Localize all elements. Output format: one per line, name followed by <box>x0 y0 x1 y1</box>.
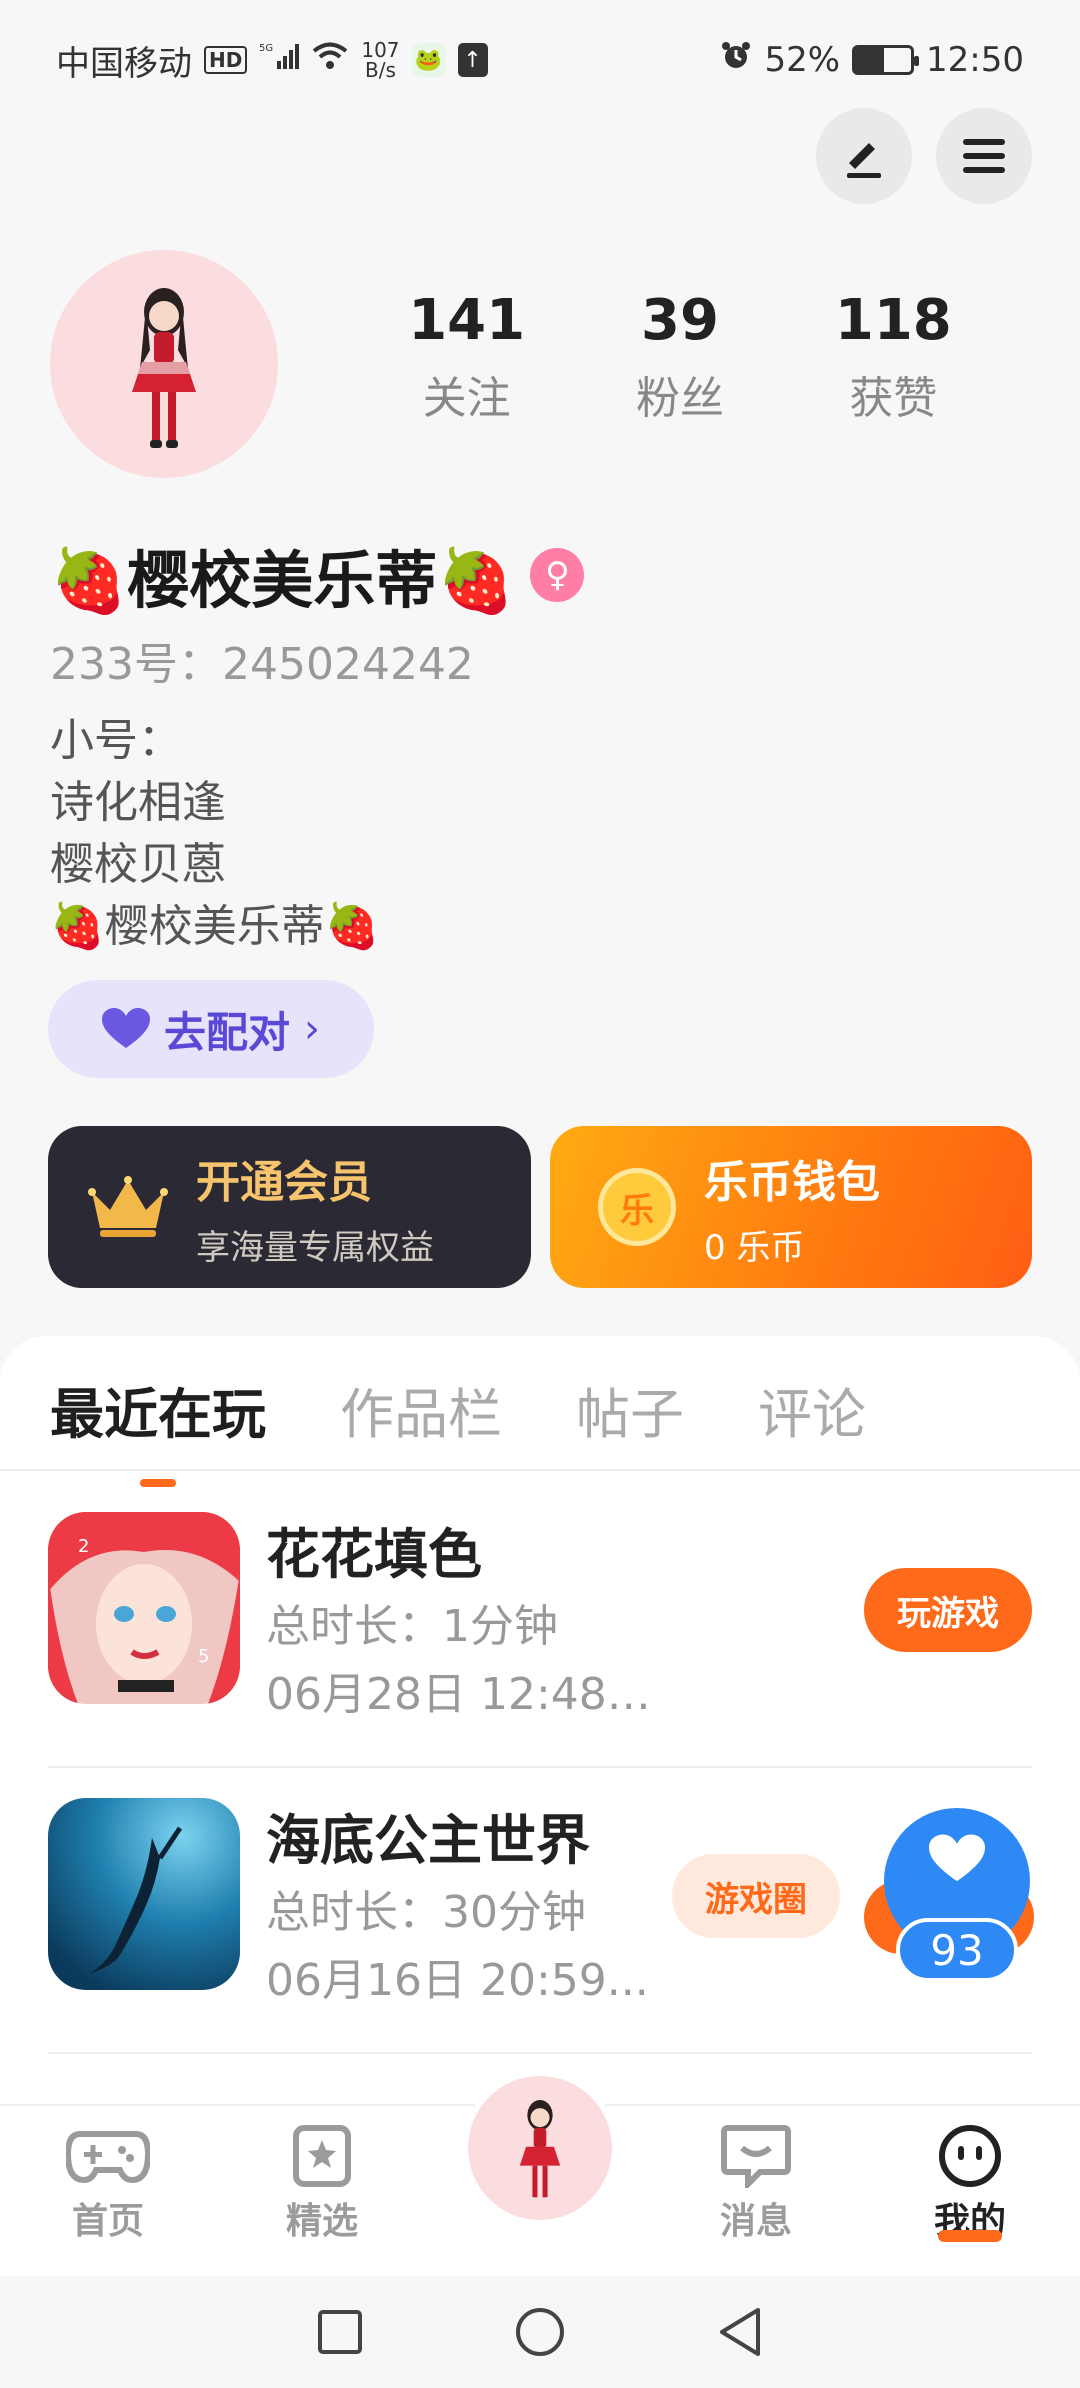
back-triangle-icon[interactable] <box>716 2306 764 2358</box>
match-button-label: 去配对 <box>163 1007 290 1057</box>
home-circle-icon[interactable] <box>514 2306 566 2358</box>
likes-count: 118 <box>834 288 952 353</box>
status-left: 中国移动 HD 5G 107 B/s 🐸 ↑ <box>56 36 488 85</box>
menu-button[interactable] <box>936 108 1032 204</box>
hd-badge: HD <box>204 46 248 74</box>
recent-apps-icon[interactable] <box>316 2308 364 2356</box>
wallet-balance: 0 乐币 <box>704 1227 805 1268</box>
following-count: 141 <box>408 288 526 353</box>
heart-icon <box>929 1834 985 1882</box>
carrier-name: 中国移动 <box>56 43 192 84</box>
like-count: 93 <box>896 1918 1018 1982</box>
tab-label: 最近在玩 <box>50 1383 266 1446</box>
nav-label: 精选 <box>285 2201 358 2242</box>
game-last-played: 06月16日 20:59... <box>266 1955 649 2006</box>
heart-icon <box>101 1008 150 1048</box>
wifi-icon <box>311 40 349 80</box>
female-gender-icon: ♀ <box>530 548 585 602</box>
stat-followers[interactable]: 39 粉丝 <box>590 288 770 426</box>
star-bookmark-icon <box>293 2125 351 2187</box>
game-duration: 总时长：1分钟 <box>266 1601 558 1652</box>
coin-wallet-card[interactable]: 乐 乐币钱包 0 乐币 <box>550 1126 1032 1288</box>
status-bar: 中国移动 HD 5G 107 B/s 🐸 ↑ 52% 12:50 <box>0 0 1080 120</box>
profile-tabs: 最近在玩 作品栏 帖子 评论 <box>50 1370 866 1487</box>
followers-count: 39 <box>641 288 719 353</box>
upload-icon: ↑ <box>457 43 488 77</box>
followers-label: 粉丝 <box>635 373 724 424</box>
game-name: 花花填色 <box>266 1523 482 1586</box>
likes-label: 获赞 <box>849 373 938 424</box>
alarm-icon <box>720 40 752 81</box>
gamepad-icon <box>66 2131 150 2184</box>
tab-works[interactable]: 作品栏 <box>340 1370 502 1449</box>
coin-icon: 乐 <box>598 1168 676 1246</box>
following-label: 关注 <box>422 373 511 424</box>
pencil-icon <box>847 143 881 178</box>
game-icon-mermaid[interactable] <box>48 1798 240 1990</box>
signal-icon: 5G <box>259 40 300 80</box>
nav-label: 首页 <box>71 2201 144 2242</box>
center-avatar-button[interactable] <box>462 2070 618 2226</box>
edit-profile-button[interactable] <box>816 108 912 204</box>
smiley-face-icon <box>939 2125 1001 2187</box>
row-divider <box>48 2052 1032 2054</box>
game-name: 海底公主世界 <box>266 1809 590 1872</box>
nav-me[interactable]: 我的 <box>900 2124 1040 2242</box>
profile-bio: 小号： 诗化相逢 樱校贝蒽 🍓樱校美乐蒂🍓 <box>50 715 380 952</box>
tab-posts[interactable]: 帖子 <box>576 1370 684 1449</box>
stat-likes[interactable]: 118 获赞 <box>803 288 983 426</box>
center-avatar <box>468 2076 612 2220</box>
system-nav-bar <box>0 2276 1080 2388</box>
tab-label: 作品栏 <box>340 1383 502 1446</box>
svg-text:2: 2 <box>78 1536 89 1557</box>
status-right: 52% 12:50 <box>720 40 1024 81</box>
tabs-divider <box>0 1469 1080 1471</box>
vip-title: 开通会员 <box>196 1156 372 1208</box>
vip-text: 开通会员 享海量专属权益 <box>196 1146 434 1269</box>
content-panel: 最近在玩 作品栏 帖子 评论 2 5 花花填色 总时长：1分钟 06月28日 1… <box>0 1336 1080 2106</box>
battery-percent: 52% <box>764 40 841 80</box>
tab-comments[interactable]: 评论 <box>758 1370 866 1449</box>
nav-messages[interactable]: 消息 <box>686 2124 826 2244</box>
nav-featured[interactable]: 精选 <box>252 2124 392 2244</box>
game-last-played: 06月28日 12:48玩过 <box>266 1669 666 1720</box>
tab-label: 评论 <box>758 1383 866 1446</box>
battery-icon <box>852 45 920 75</box>
avatar-image <box>132 288 196 448</box>
chevron-right-icon: › <box>304 1006 320 1052</box>
app-notification-icon: 🐸 <box>411 43 446 77</box>
wallet-title: 乐币钱包 <box>704 1156 880 1208</box>
profile-avatar[interactable] <box>50 250 278 478</box>
nickname-row: 🍓樱校美乐蒂🍓 ♀ <box>50 530 585 620</box>
play-game-button[interactable]: 玩游戏 <box>864 1568 1032 1652</box>
game-circle-button[interactable]: 游戏圈 <box>672 1854 840 1938</box>
wallet-text: 乐币钱包 0 乐币 <box>704 1146 880 1269</box>
game-row[interactable]: 2 5 花花填色 总时长：1分钟 06月28日 12:48玩过 玩游戏 <box>48 1472 1032 1758</box>
svg-text:5: 5 <box>198 1646 209 1667</box>
hamburger-menu-icon <box>963 139 1005 173</box>
nickname: 🍓樱校美乐蒂🍓 <box>50 544 515 617</box>
game-duration: 总时长：30分钟 <box>266 1887 586 1938</box>
crown-icon <box>88 1176 168 1237</box>
svg-text:5G: 5G <box>259 43 273 54</box>
battery-fill <box>855 48 885 72</box>
user-id: 233号：245024242 <box>50 639 474 690</box>
chat-bubble-icon <box>721 2125 791 2188</box>
speed-unit: B/s <box>364 58 396 82</box>
tab-recently-played[interactable]: 最近在玩 <box>50 1370 266 1487</box>
vip-subtitle: 享海量专属权益 <box>196 1227 434 1268</box>
network-speed: 107 B/s <box>361 40 399 80</box>
tab-label: 帖子 <box>576 1383 684 1446</box>
vip-membership-card[interactable]: 开通会员 享海量专属权益 <box>48 1126 531 1288</box>
nav-label: 消息 <box>719 2201 792 2242</box>
stat-following[interactable]: 141 关注 <box>377 288 557 426</box>
nav-home[interactable]: 首页 <box>38 2124 178 2244</box>
clock: 12:50 <box>926 40 1024 80</box>
nav-active-indicator <box>938 2230 1002 2242</box>
profile-stats: 141 关注 39 粉丝 118 获赞 <box>360 288 1000 426</box>
match-button[interactable]: 去配对 › <box>48 980 374 1078</box>
game-icon-coloring[interactable]: 2 5 <box>48 1512 240 1704</box>
